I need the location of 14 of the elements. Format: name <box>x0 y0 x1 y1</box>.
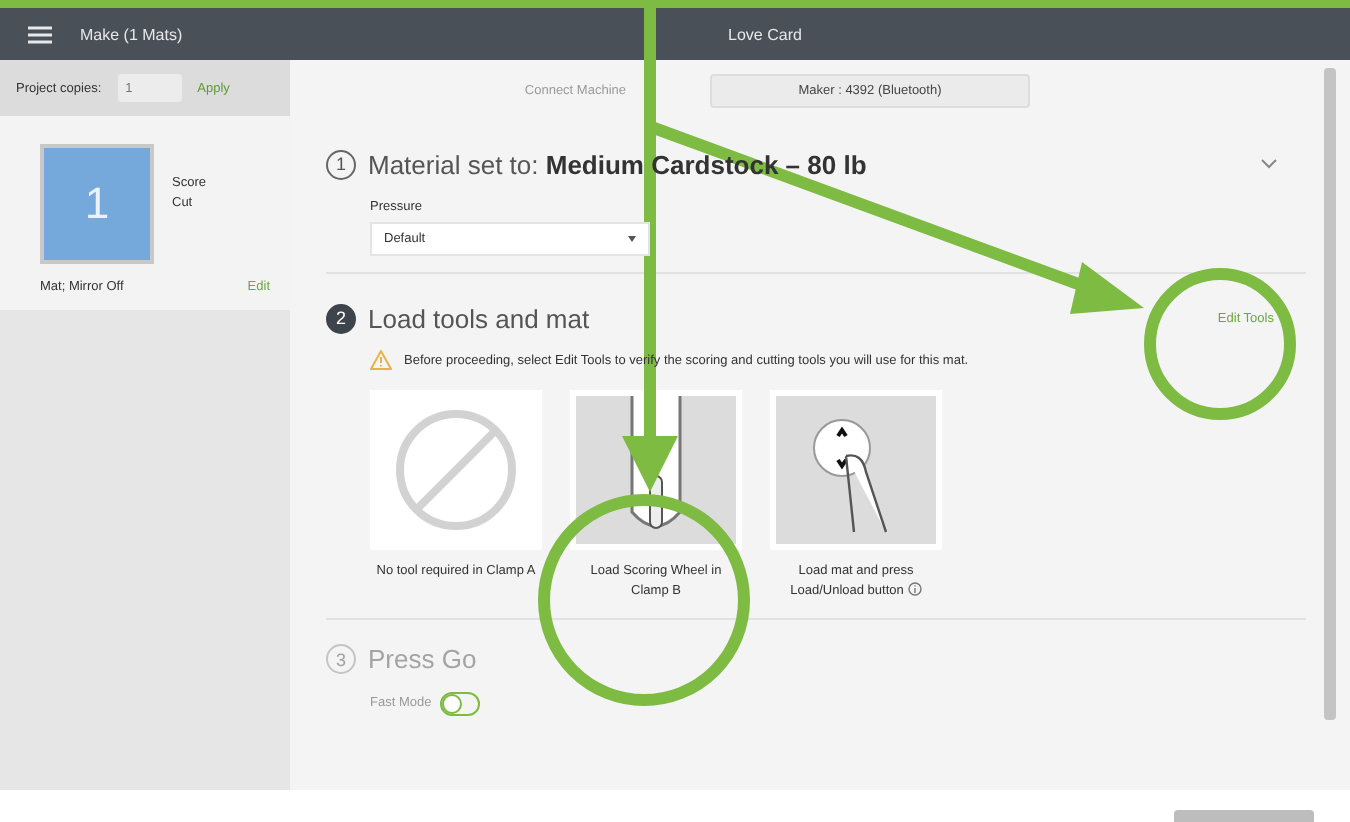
step-number: 1 <box>326 149 356 179</box>
step-title: Load tools and mat <box>368 303 590 333</box>
info-icon[interactable] <box>907 581 922 596</box>
menu-title: Make (1 Mats) <box>80 25 183 43</box>
project-title: Love Card <box>726 25 804 43</box>
step-number: 3 <box>326 644 356 674</box>
chevron-down-icon[interactable] <box>1260 158 1278 170</box>
step-title: Press Go <box>368 644 477 674</box>
no-symbol-icon <box>394 408 518 532</box>
mat-thumbnail: 1 <box>40 144 154 264</box>
step-number: 2 <box>326 303 356 333</box>
caret-icon <box>628 236 636 242</box>
warning-icon <box>370 350 392 370</box>
menu-icon[interactable] <box>28 25 52 43</box>
